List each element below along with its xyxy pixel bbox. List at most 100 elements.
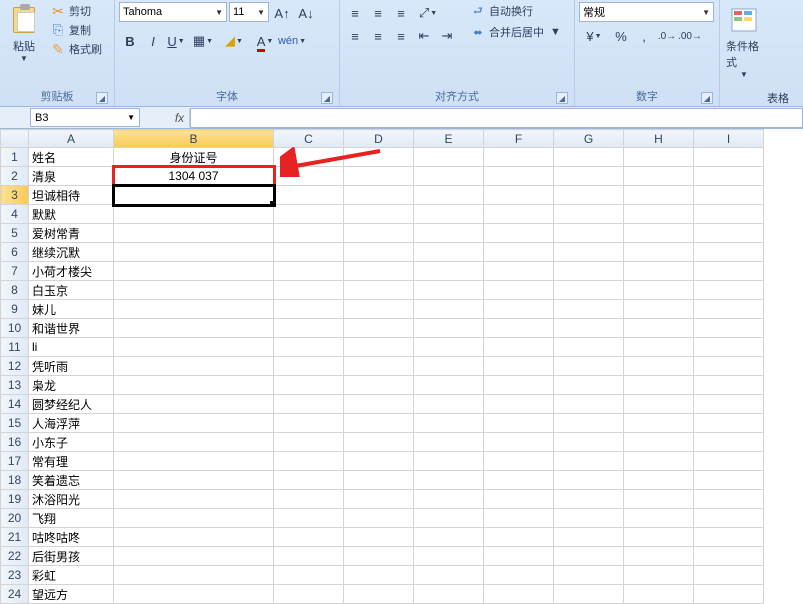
border-button[interactable]: ▦▼ bbox=[188, 30, 218, 52]
align-top-button[interactable]: ≡ bbox=[344, 2, 366, 24]
decrease-decimal-button[interactable]: .00→ bbox=[679, 25, 701, 47]
col-header-G[interactable]: G bbox=[554, 130, 624, 148]
cell-C13[interactable] bbox=[274, 376, 344, 395]
cell-F10[interactable] bbox=[484, 319, 554, 338]
cell-A22[interactable]: 后街男孩 bbox=[29, 547, 114, 566]
cell-F22[interactable] bbox=[484, 547, 554, 566]
cell-G4[interactable] bbox=[554, 205, 624, 224]
cell-I21[interactable] bbox=[694, 528, 764, 547]
cell-E9[interactable] bbox=[414, 300, 484, 319]
cell-C22[interactable] bbox=[274, 547, 344, 566]
cell-H18[interactable] bbox=[624, 471, 694, 490]
col-header-I[interactable]: I bbox=[694, 130, 764, 148]
font-size-combo[interactable]: 11 ▼ bbox=[229, 2, 269, 22]
cell-B9[interactable] bbox=[114, 300, 274, 319]
row-header-18[interactable]: 18 bbox=[1, 471, 29, 490]
cell-G17[interactable] bbox=[554, 452, 624, 471]
row-header-11[interactable]: 11 bbox=[1, 338, 29, 357]
cell-G19[interactable] bbox=[554, 490, 624, 509]
cell-H9[interactable] bbox=[624, 300, 694, 319]
cell-C20[interactable] bbox=[274, 509, 344, 528]
cut-button[interactable]: ✂ 剪切 bbox=[47, 2, 105, 20]
row-header-17[interactable]: 17 bbox=[1, 452, 29, 471]
cell-E17[interactable] bbox=[414, 452, 484, 471]
paste-button[interactable]: 粘贴 ▼ bbox=[4, 2, 44, 65]
cell-C9[interactable] bbox=[274, 300, 344, 319]
cell-C10[interactable] bbox=[274, 319, 344, 338]
increase-font-button[interactable]: A↑ bbox=[271, 2, 293, 24]
cell-H20[interactable] bbox=[624, 509, 694, 528]
cell-H2[interactable] bbox=[624, 167, 694, 186]
cell-D7[interactable] bbox=[344, 262, 414, 281]
cell-A3[interactable]: 坦诚相待 bbox=[29, 186, 114, 205]
cell-G6[interactable] bbox=[554, 243, 624, 262]
row-header-15[interactable]: 15 bbox=[1, 414, 29, 433]
row-header-19[interactable]: 19 bbox=[1, 490, 29, 509]
cell-I12[interactable] bbox=[694, 357, 764, 376]
accounting-format-button[interactable]: ¥▼ bbox=[579, 25, 609, 47]
cell-C15[interactable] bbox=[274, 414, 344, 433]
cell-F14[interactable] bbox=[484, 395, 554, 414]
cell-F23[interactable] bbox=[484, 566, 554, 585]
cell-C4[interactable] bbox=[274, 205, 344, 224]
cell-C18[interactable] bbox=[274, 471, 344, 490]
cell-E3[interactable] bbox=[414, 186, 484, 205]
cell-F13[interactable] bbox=[484, 376, 554, 395]
cell-H8[interactable] bbox=[624, 281, 694, 300]
cell-C5[interactable] bbox=[274, 224, 344, 243]
cell-D6[interactable] bbox=[344, 243, 414, 262]
cell-D21[interactable] bbox=[344, 528, 414, 547]
decrease-font-button[interactable]: A↓ bbox=[295, 2, 317, 24]
cell-G2[interactable] bbox=[554, 167, 624, 186]
cell-I8[interactable] bbox=[694, 281, 764, 300]
cell-I10[interactable] bbox=[694, 319, 764, 338]
cell-B20[interactable] bbox=[114, 509, 274, 528]
cell-E11[interactable] bbox=[414, 338, 484, 357]
select-all-corner[interactable] bbox=[1, 130, 29, 148]
fill-color-button[interactable]: ◢▼ bbox=[219, 30, 249, 52]
cell-A5[interactable]: 爱树常青 bbox=[29, 224, 114, 243]
dialog-launcher-icon[interactable]: ◢ bbox=[556, 92, 568, 104]
cell-I3[interactable] bbox=[694, 186, 764, 205]
decrease-indent-button[interactable]: ⇤ bbox=[413, 25, 435, 47]
cell-C1[interactable] bbox=[274, 148, 344, 167]
cell-I20[interactable] bbox=[694, 509, 764, 528]
cell-H15[interactable] bbox=[624, 414, 694, 433]
cell-C12[interactable] bbox=[274, 357, 344, 376]
phonetic-button[interactable]: wén▼ bbox=[281, 30, 303, 52]
cell-A19[interactable]: 沐浴阳光 bbox=[29, 490, 114, 509]
cell-H1[interactable] bbox=[624, 148, 694, 167]
cell-E4[interactable] bbox=[414, 205, 484, 224]
row-header-3[interactable]: 3 bbox=[1, 186, 29, 205]
cell-A15[interactable]: 人海浮萍 bbox=[29, 414, 114, 433]
cell-F11[interactable] bbox=[484, 338, 554, 357]
cell-B7[interactable] bbox=[114, 262, 274, 281]
cell-H21[interactable] bbox=[624, 528, 694, 547]
cell-B19[interactable] bbox=[114, 490, 274, 509]
align-left-button[interactable]: ≡ bbox=[344, 25, 366, 47]
wrap-text-button[interactable]: ⮐ 自动换行 bbox=[467, 2, 564, 20]
cell-F15[interactable] bbox=[484, 414, 554, 433]
cell-B2[interactable]: 1304 037 bbox=[114, 167, 274, 186]
cell-E21[interactable] bbox=[414, 528, 484, 547]
cell-A1[interactable]: 姓名 bbox=[29, 148, 114, 167]
col-header-D[interactable]: D bbox=[344, 130, 414, 148]
cell-F3[interactable] bbox=[484, 186, 554, 205]
fx-button[interactable]: fx bbox=[170, 109, 190, 127]
cell-I11[interactable] bbox=[694, 338, 764, 357]
merge-center-button[interactable]: ⬌ 合并后居中 ▼ bbox=[467, 23, 564, 41]
cell-C2[interactable] bbox=[274, 167, 344, 186]
cell-C21[interactable] bbox=[274, 528, 344, 547]
cell-A18[interactable]: 笑着遗忘 bbox=[29, 471, 114, 490]
cell-D19[interactable] bbox=[344, 490, 414, 509]
cell-E13[interactable] bbox=[414, 376, 484, 395]
cell-G14[interactable] bbox=[554, 395, 624, 414]
cell-H12[interactable] bbox=[624, 357, 694, 376]
row-header-13[interactable]: 13 bbox=[1, 376, 29, 395]
cell-B12[interactable] bbox=[114, 357, 274, 376]
cell-I19[interactable] bbox=[694, 490, 764, 509]
cell-B14[interactable] bbox=[114, 395, 274, 414]
cell-D17[interactable] bbox=[344, 452, 414, 471]
row-header-7[interactable]: 7 bbox=[1, 262, 29, 281]
cell-D10[interactable] bbox=[344, 319, 414, 338]
